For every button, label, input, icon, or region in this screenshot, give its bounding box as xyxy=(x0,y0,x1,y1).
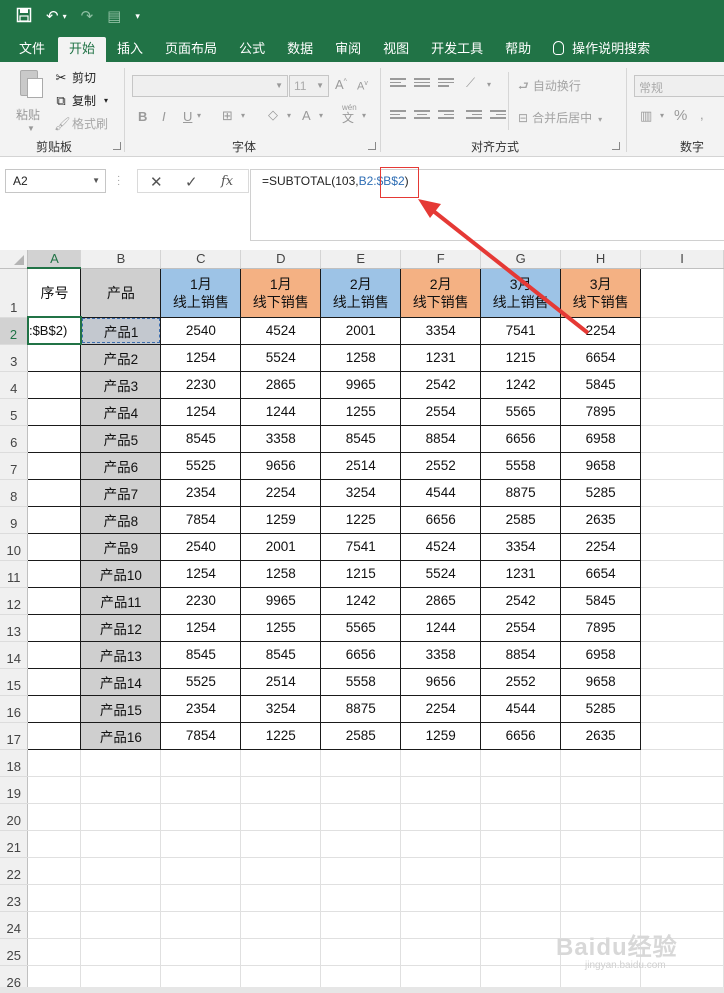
watermark-logo: Baidu经验 xyxy=(556,934,678,961)
annotation-arrow xyxy=(418,199,590,335)
horizontal-scrollbar[interactable] xyxy=(0,987,724,993)
watermark-url: jingyan.baidu.com xyxy=(585,960,666,971)
